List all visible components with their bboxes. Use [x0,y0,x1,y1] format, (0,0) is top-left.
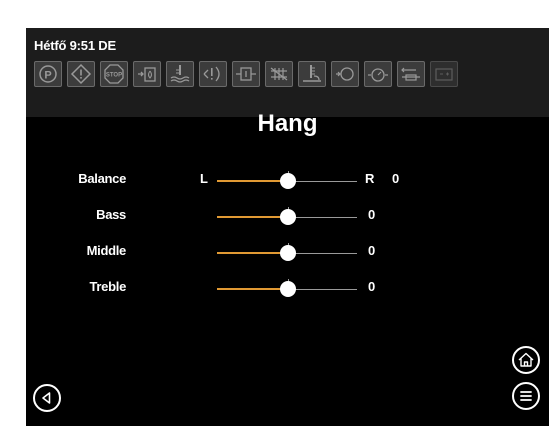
menu-icon [520,391,532,401]
middle-label: Middle [86,243,127,258]
treble-slider[interactable] [217,279,357,298]
slider-track [288,253,357,254]
parking-brake-icon: P [34,61,62,87]
menu-button[interactable] [512,382,540,410]
bass-value: 0 [368,207,376,222]
slider-track [288,289,357,290]
slider-fill [217,180,288,182]
balance-right-label: R [365,171,375,186]
slider-knob[interactable] [280,245,296,261]
slider-knob[interactable] [280,173,296,189]
warning-icon [67,61,95,87]
back-icon [42,392,51,404]
slider-track [288,181,357,182]
slider-fill [217,216,288,218]
page-title: Hang [257,110,318,137]
slider-fill [217,252,288,254]
slider-knob[interactable] [280,281,296,297]
slider-track [288,217,357,218]
air-filter-icon [265,61,293,87]
slider-fill [217,288,288,290]
balance-slider[interactable] [217,171,357,190]
oil-level-icon [298,61,326,87]
battery-icon [430,61,458,87]
glow-plug-icon [397,61,425,87]
middle-value: 0 [368,243,376,258]
balance-left-label: L [200,171,208,186]
stop-icon: STOP [100,61,128,87]
middle-slider[interactable] [217,243,357,262]
coolant-temp-icon [166,61,194,87]
engine-icon [331,61,359,87]
home-icon [518,352,534,367]
clock: Hétfő 9:51 DE [34,38,116,53]
treble-label: Treble [89,279,127,294]
treble-value: 0 [368,279,376,294]
transmission-icon [199,61,227,87]
home-button[interactable] [512,346,540,374]
bass-slider[interactable] [217,207,357,226]
balance-label: Balance [78,171,126,186]
back-button[interactable] [33,384,61,412]
bass-label: Bass [96,207,126,222]
oil-pressure-icon [364,61,392,87]
svg-text:P: P [44,70,51,82]
status-bar: Hétfő 9:51 DE P STOP [26,28,549,117]
hydraulic-icon [232,61,260,87]
slider-knob[interactable] [280,209,296,225]
display-screen: Hétfő 9:51 DE P STOP Hang Balance L R 0 … [26,28,549,426]
fuel-filter-icon [133,61,161,87]
svg-text:STOP: STOP [106,73,122,79]
balance-value: 0 [392,171,400,186]
